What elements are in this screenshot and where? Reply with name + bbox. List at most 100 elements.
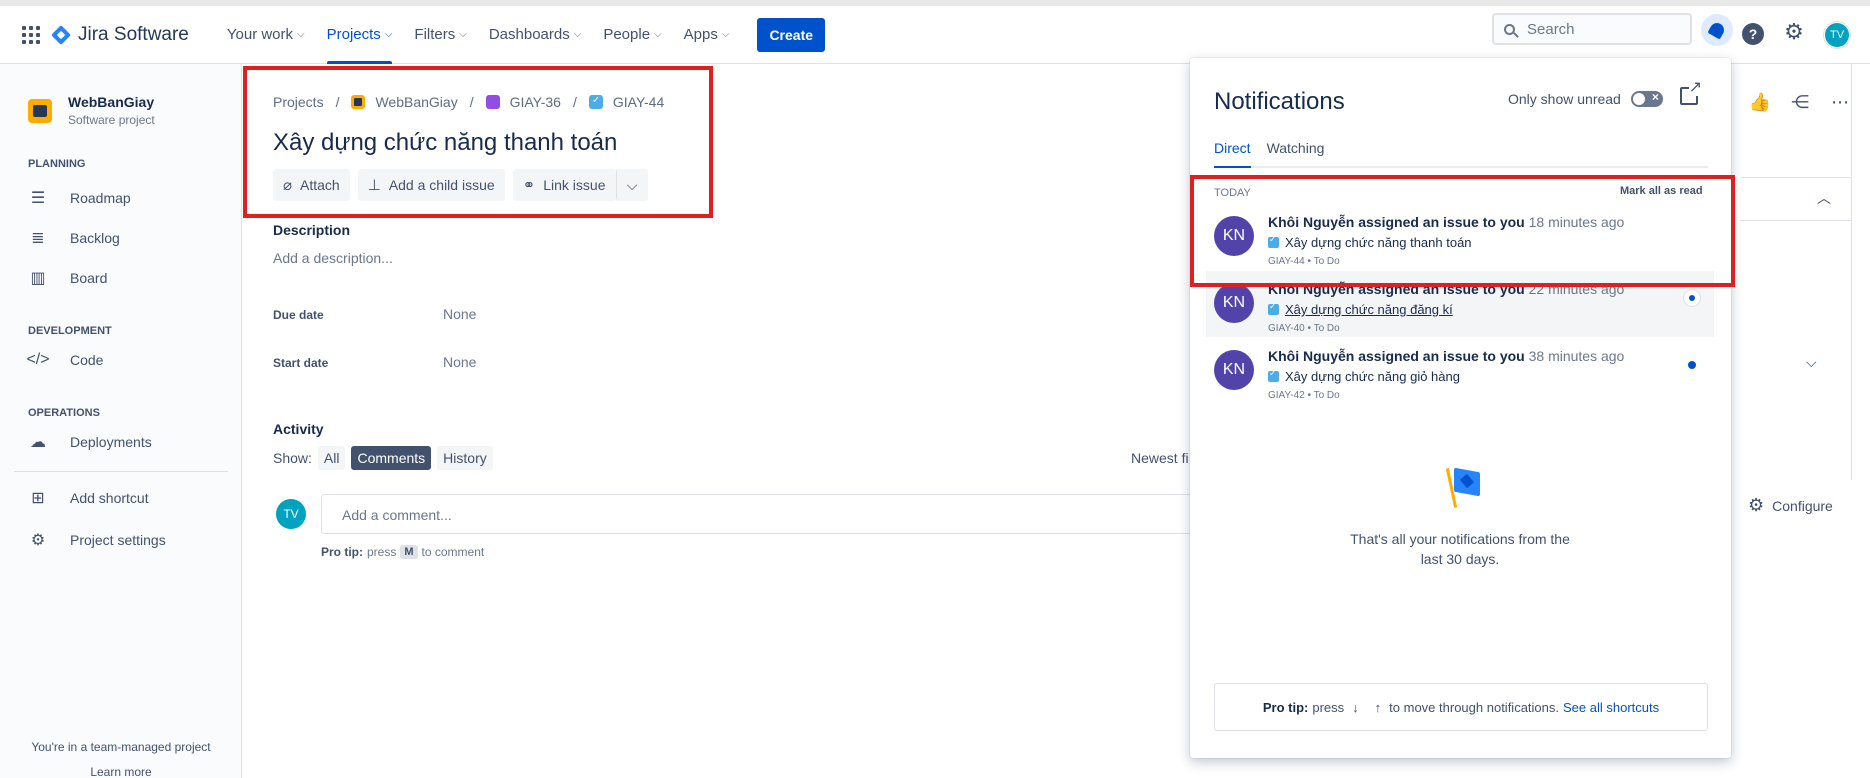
sort-order[interactable]: Newest fi [1131,450,1189,466]
panel-divider [1851,64,1852,480]
end-of-notifications-message: That's all your notifications from the l… [1350,531,1570,567]
chevron-down-icon: ⌵ [297,29,305,40]
notifications-button[interactable] [1701,14,1733,46]
unread-indicator[interactable] [1688,361,1696,369]
bell-icon [1707,20,1727,40]
more-icon[interactable]: ⋯ [1828,92,1852,113]
sidebar-item-code[interactable]: </> Code [26,350,103,370]
project-settings-button[interactable]: ⚙ Project settings [28,530,166,550]
sidebar-item-board[interactable]: ▥ Board [28,268,107,288]
project-avatar-icon [28,98,52,123]
notification-time: 38 minutes ago [1528,348,1625,364]
comment-pro-tip: Pro tip: press M to comment [321,545,485,559]
project-header[interactable]: WebBanGiay Software project [28,94,155,127]
avatar: KN [1214,283,1254,323]
nav-filters[interactable]: Filters ⌵ [406,6,474,64]
notification-meta: GIAY-40 • To Do [1268,323,1340,334]
notification-tabs: Direct Watching [1214,140,1708,168]
keyboard-key: M [400,545,418,559]
see-all-shortcuts-link[interactable]: See all shortcuts [1563,700,1659,715]
details-card: ︿ [1740,177,1852,221]
flag-illustration-icon [1445,467,1482,508]
jira-diamond-icon [51,24,71,45]
nav-menu: Your work ⌵ Projects ⌵ Filters ⌵ Dashboards… [219,6,744,64]
activity-label: Activity [273,421,324,437]
comment-input[interactable]: Add a comment... [321,494,1201,534]
backlog-icon: ≣ [31,230,45,247]
notification-item[interactable]: KN Khôi Nguyễn assigned an issue to you … [1206,338,1714,404]
due-date-value[interactable]: None [443,306,476,322]
nav-your-work[interactable]: Your work ⌵ [219,6,313,64]
commenter-avatar: TV [276,499,306,529]
settings-gear-icon[interactable]: ⚙ [1782,19,1806,44]
start-date-value[interactable]: None [443,354,476,370]
sidebar-item-roadmap[interactable]: ☰ Roadmap [28,188,131,208]
highlight-box-issue-header [243,66,713,218]
development-header: DEVELOPMENT [28,325,112,337]
search-input[interactable]: Search [1492,13,1692,45]
search-placeholder: Search [1527,20,1575,38]
filter-comments[interactable]: Comments [351,446,432,470]
activity-filter: Show: All Comments History [273,446,493,470]
start-date-label: Start date [273,356,329,370]
only-unread-toggle[interactable] [1630,90,1663,107]
team-managed-note: You're in a team-managed project [31,740,211,754]
notification-meta: GIAY-42 • To Do [1268,390,1340,401]
open-external-icon[interactable] [1680,80,1702,105]
filter-history[interactable]: History [437,446,493,470]
nav-dashboards[interactable]: Dashboards ⌵ [481,6,589,64]
configure-button[interactable]: ⚙ Configure [1748,495,1833,516]
chevron-down-icon: ⌵ [459,29,467,40]
description-label: Description [273,222,351,238]
notifications-title: Notifications [1214,88,1345,115]
app-switcher-icon[interactable] [22,25,40,44]
share-icon[interactable]: ⋲ [1788,92,1812,113]
jira-logo[interactable]: Jira Software [51,23,189,46]
project-name: WebBanGiay [68,94,155,110]
planning-header: PLANNING [28,158,86,170]
notification-issue-title[interactable]: Xây dựng chức năng giỏ hàng [1285,369,1460,384]
search-icon [1504,23,1515,35]
add-shortcut-button[interactable]: ⊞ Add shortcut [28,488,148,508]
avatar: KN [1214,350,1254,390]
operations-header: OPERATIONS [28,407,100,419]
notification-issue-title[interactable]: Xây dựng chức năng đăng kí [1285,302,1453,317]
learn-more-link[interactable]: Learn more [0,765,242,778]
code-icon: </> [26,351,50,368]
unread-indicator[interactable] [1683,289,1701,307]
nav-projects[interactable]: Projects ⌵ [319,6,401,64]
task-icon [1268,368,1279,382]
sidebar-divider [14,471,228,472]
tab-direct[interactable]: Direct [1214,140,1251,168]
cloud-upload-icon: ☁ [30,434,46,451]
board-icon: ▥ [30,270,46,287]
chevron-down-icon: ⌵ [384,29,393,40]
notification-text: Khôi Nguyễn assigned an issue to you [1268,348,1525,364]
highlight-box-notification [1190,175,1735,287]
chevron-down-icon: ⌵ [721,29,730,40]
filter-all[interactable]: All [317,446,346,470]
chevron-up-icon[interactable]: ︿ [1817,188,1831,208]
only-unread-toggle-row: Only show unread [1508,90,1663,107]
project-type: Software project [68,113,155,127]
sidebar-item-backlog[interactable]: ≣ Backlog [28,228,120,248]
help-icon[interactable]: ? [1742,23,1764,45]
nav-people[interactable]: People ⌵ [595,6,669,64]
chevron-down-icon: ⌵ [654,29,662,40]
nav-apps[interactable]: Apps ⌵ [676,6,738,64]
tab-watching[interactable]: Watching [1267,140,1325,166]
description-input[interactable]: Add a description... [273,250,393,266]
due-date-label: Due date [273,308,324,322]
project-sidebar: WebBanGiay Software project PLANNING ☰ Ro… [0,64,242,778]
roadmap-icon: ☰ [30,190,46,207]
notifications-panel: Notifications Only show unread Direct Wa… [1190,58,1731,758]
notifications-pro-tip: Pro tip: press ↓ ↑ to move through notif… [1214,683,1708,731]
thumbs-up-icon[interactable]: 👍 [1748,92,1772,113]
app-name: Jira Software [78,23,189,45]
chevron-down-icon[interactable]: ⌵ [1806,354,1817,371]
user-avatar[interactable]: TV [1824,22,1850,48]
show-label: Show: [273,450,312,466]
arrow-up-icon: ↑ [1374,699,1382,715]
sidebar-item-deployments[interactable]: ☁ Deployments [28,432,152,452]
create-button[interactable]: Create [757,17,826,52]
